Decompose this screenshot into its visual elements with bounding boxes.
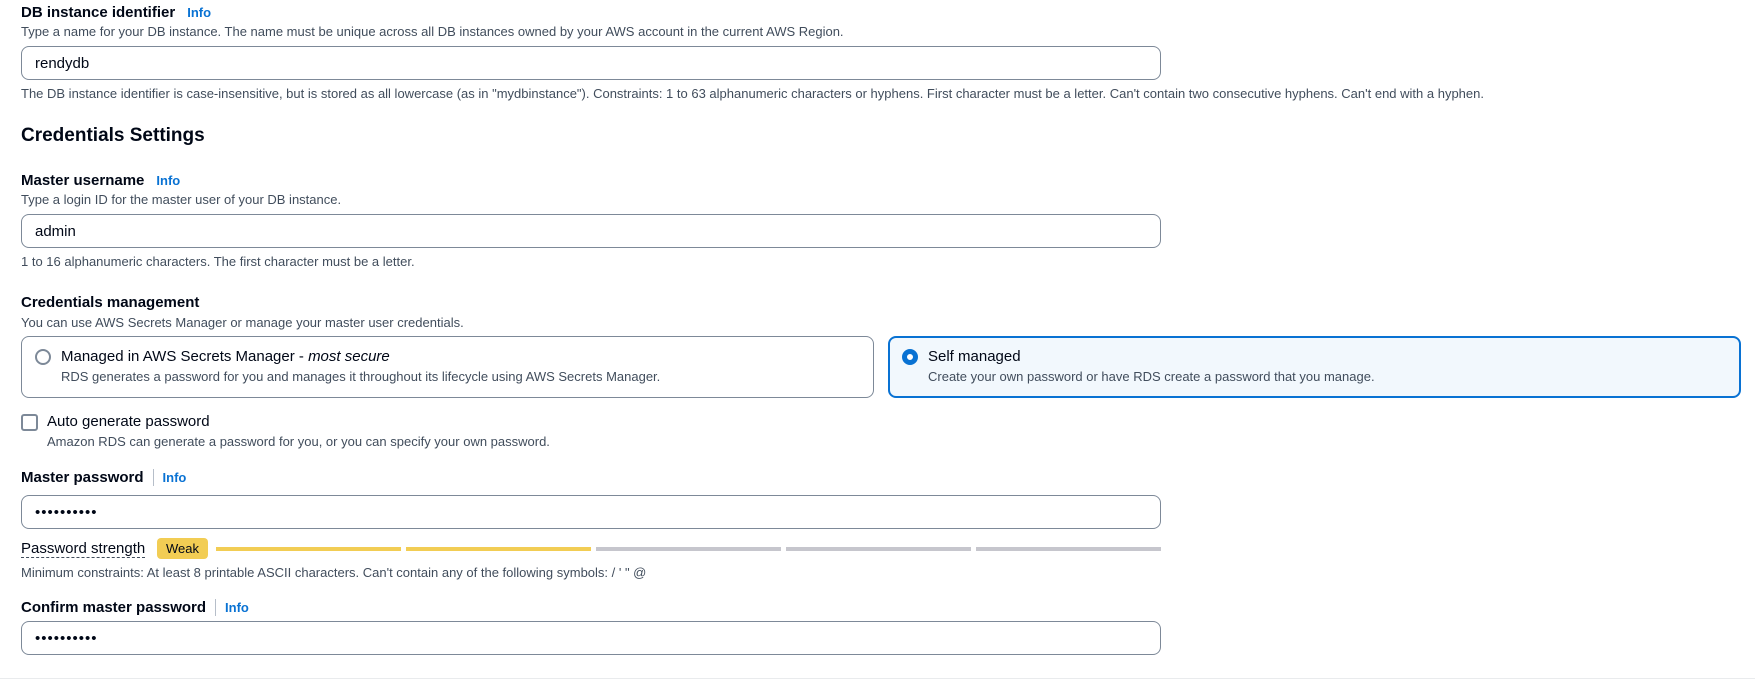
secrets-manager-radio[interactable]	[35, 349, 51, 365]
db-identifier-description: Type a name for your DB instance. The na…	[21, 24, 844, 39]
master-password-input[interactable]	[21, 495, 1161, 529]
password-strength-constraint: Minimum constraints: At least 8 printabl…	[21, 565, 647, 580]
self-managed-option-title: Self managed	[928, 348, 1021, 365]
credentials-section-title: Credentials Settings	[21, 125, 205, 146]
db-identifier-constraint: The DB instance identifier is case-insen…	[21, 86, 1484, 101]
credentials-management-label-row: Credentials management	[21, 292, 199, 312]
section-divider	[0, 678, 1755, 679]
master-username-input[interactable]	[21, 214, 1161, 248]
master-password-label-row: Master password Info	[21, 467, 186, 487]
master-username-info-link[interactable]: Info	[156, 173, 180, 188]
master-username-label-row: Master username Info	[21, 170, 180, 190]
confirm-password-label-row: Confirm master password Info	[21, 597, 249, 617]
master-password-info-link[interactable]: Info	[152, 468, 186, 486]
credentials-management-description: You can use AWS Secrets Manager or manag…	[21, 315, 464, 330]
password-strength-segment	[786, 547, 971, 551]
self-managed-option-tile[interactable]: Self managed Create your own password or…	[888, 336, 1741, 398]
secrets-manager-option-tile[interactable]: Managed in AWS Secrets Manager - most se…	[21, 336, 874, 398]
master-username-description: Type a login ID for the master user of y…	[21, 192, 342, 207]
db-identifier-label-row: DB instance identifier Info	[21, 2, 211, 22]
master-username-label: Master username	[21, 171, 145, 189]
password-strength-segment	[976, 547, 1161, 551]
secrets-manager-option-emphasis: most secure	[308, 348, 390, 365]
secrets-manager-option-title: Managed in AWS Secrets Manager - most se…	[61, 348, 390, 365]
confirm-password-label: Confirm master password	[21, 598, 207, 616]
db-identifier-input[interactable]	[21, 46, 1161, 80]
password-strength-segment	[216, 547, 401, 551]
secrets-manager-option-title-text: Managed in AWS Secrets Manager -	[61, 348, 309, 365]
auto-generate-password-description: Amazon RDS can generate a password for y…	[47, 434, 550, 449]
credentials-management-label: Credentials management	[21, 293, 200, 311]
master-password-label: Master password	[21, 468, 144, 486]
auto-generate-password-label[interactable]: Auto generate password	[47, 413, 210, 430]
db-identifier-label: DB instance identifier	[21, 3, 176, 21]
password-strength-segment	[406, 547, 591, 551]
rds-create-database-form: DB instance identifier Info Type a name …	[0, 0, 1755, 683]
password-strength-badge: Weak	[157, 538, 208, 559]
self-managed-radio[interactable]	[902, 349, 918, 365]
confirm-password-input[interactable]	[21, 621, 1161, 655]
password-strength-label: Password strength	[21, 540, 146, 558]
auto-generate-password-checkbox[interactable]	[21, 414, 38, 431]
db-identifier-info-link[interactable]: Info	[187, 5, 211, 20]
secrets-manager-option-description: RDS generates a password for you and man…	[61, 369, 661, 384]
master-username-constraint: 1 to 16 alphanumeric characters. The fir…	[21, 254, 415, 269]
confirm-password-info-link[interactable]: Info	[215, 598, 249, 616]
self-managed-option-description: Create your own password or have RDS cre…	[928, 369, 1375, 384]
password-strength-segment	[596, 547, 781, 551]
